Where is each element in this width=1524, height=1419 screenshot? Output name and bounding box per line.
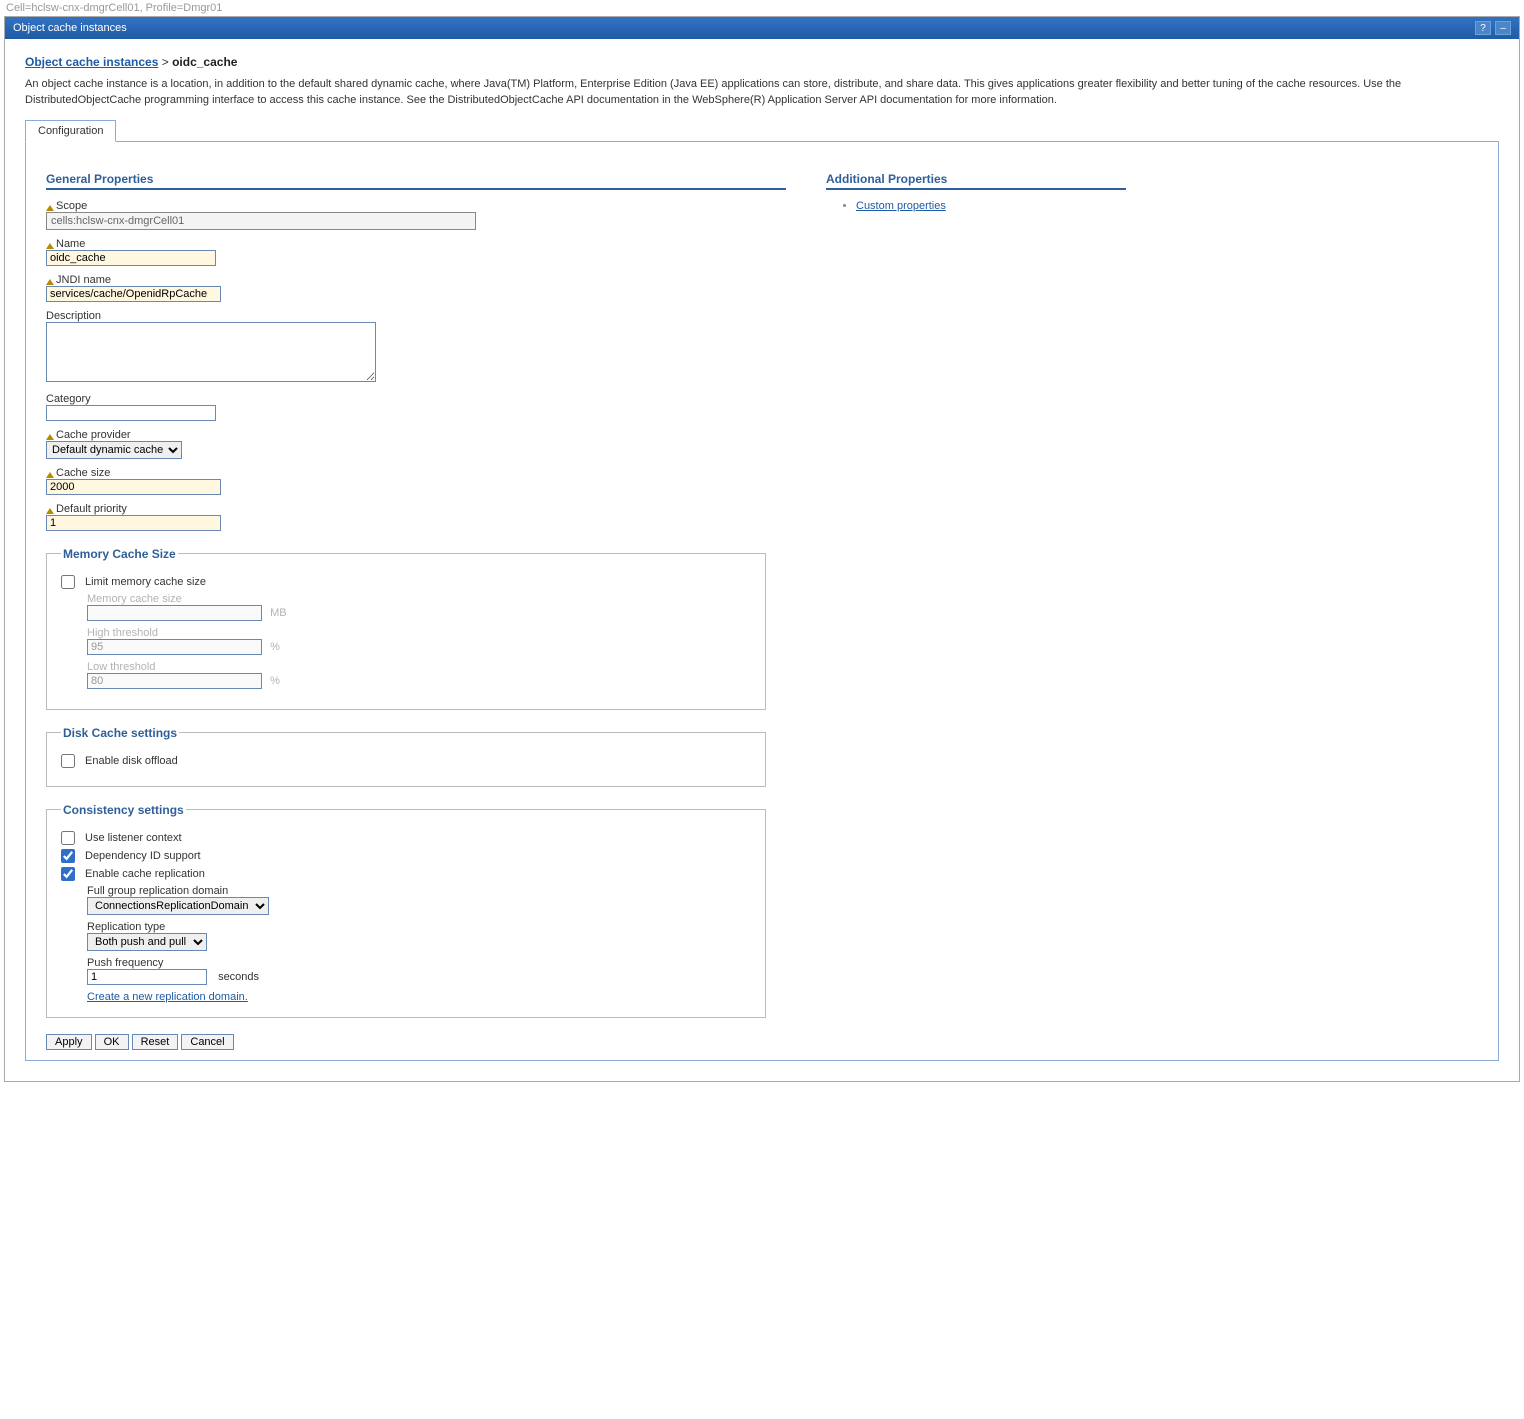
general-properties-header: General Properties <box>46 172 786 190</box>
name-input[interactable] <box>46 250 216 266</box>
jndi-input[interactable] <box>46 286 221 302</box>
scope-label: Scope <box>46 200 786 212</box>
enable-disk-offload-label: Enable disk offload <box>85 755 178 767</box>
jndi-field: JNDI name <box>46 274 786 302</box>
help-icon[interactable]: ? <box>1475 21 1491 35</box>
breadcrumb-separator: > <box>162 55 172 69</box>
description-field: Description <box>46 310 786 385</box>
cache-size-label: Cache size <box>46 467 786 479</box>
consistency-group: Consistency settings Use listener contex… <box>46 803 766 1018</box>
limit-memory-label: Limit memory cache size <box>85 576 206 588</box>
push-frequency-label: Push frequency <box>87 957 751 969</box>
category-label: Category <box>46 393 786 405</box>
tab-configuration[interactable]: Configuration <box>25 120 116 142</box>
additional-properties-list: Custom properties <box>856 200 1126 212</box>
cache-provider-select[interactable]: Default dynamic cache <box>46 441 182 459</box>
replication-type-label: Replication type <box>87 921 751 933</box>
page-description: An object cache instance is a location, … <box>25 77 1499 109</box>
default-priority-label: Default priority <box>46 503 786 515</box>
cache-size-input[interactable] <box>46 479 221 495</box>
high-threshold-unit: % <box>270 641 280 653</box>
required-marker-icon <box>46 431 54 439</box>
create-replication-domain-link[interactable]: Create a new replication domain. <box>87 991 248 1003</box>
required-marker-icon <box>46 202 54 210</box>
enable-disk-offload-checkbox[interactable] <box>61 754 75 768</box>
content-area: Object cache instances > oidc_cache An o… <box>5 39 1519 1081</box>
cache-provider-label: Cache provider <box>46 429 786 441</box>
high-threshold-label: High threshold <box>87 627 751 639</box>
memory-cache-group: Memory Cache Size Limit memory cache siz… <box>46 547 766 710</box>
memory-cache-header: Memory Cache Size <box>61 547 178 561</box>
listener-context-checkbox[interactable] <box>61 831 75 845</box>
apply-button[interactable]: Apply <box>46 1034 92 1050</box>
main-column: General Properties Scope cells:hclsw-cnx… <box>46 172 786 1050</box>
name-label: Name <box>46 238 786 250</box>
disk-cache-group: Disk Cache settings Enable disk offload <box>46 726 766 787</box>
memory-size-label: Memory cache size <box>87 593 751 605</box>
scope-value: cells:hclsw-cnx-dmgrCell01 <box>46 212 476 230</box>
minimize-icon[interactable]: – <box>1495 21 1511 35</box>
ok-button[interactable]: OK <box>95 1034 129 1050</box>
custom-properties-link[interactable]: Custom properties <box>856 200 946 212</box>
dependency-id-checkbox[interactable] <box>61 849 75 863</box>
scope-field: Scope cells:hclsw-cnx-dmgrCell01 <box>46 200 786 230</box>
description-label: Description <box>46 310 786 322</box>
consistency-header: Consistency settings <box>61 803 186 817</box>
side-column: Additional Properties Custom properties <box>826 172 1126 1050</box>
push-frequency-unit: seconds <box>218 971 259 983</box>
push-frequency-input[interactable] <box>87 969 207 985</box>
title-bar: Object cache instances ? – <box>5 17 1519 39</box>
reset-button[interactable]: Reset <box>132 1034 179 1050</box>
cancel-button[interactable]: Cancel <box>181 1034 233 1050</box>
replication-type-select[interactable]: Both push and pull <box>87 933 207 951</box>
dependency-id-label: Dependency ID support <box>85 850 201 862</box>
low-threshold-input <box>87 673 262 689</box>
cache-provider-field: Cache provider Default dynamic cache <box>46 429 786 459</box>
default-priority-input[interactable] <box>46 515 221 531</box>
limit-memory-checkbox[interactable] <box>61 575 75 589</box>
required-marker-icon <box>46 505 54 513</box>
breadcrumb: Object cache instances > oidc_cache <box>25 55 1499 69</box>
replication-domain-label: Full group replication domain <box>87 885 751 897</box>
top-crumb: Cell=hclsw-cnx-dmgrCell01, Profile=Dmgr0… <box>0 0 1524 16</box>
required-marker-icon <box>46 240 54 248</box>
name-field: Name <box>46 238 786 266</box>
low-threshold-label: Low threshold <box>87 661 751 673</box>
high-threshold-input <box>87 639 262 655</box>
button-row: Apply OK Reset Cancel <box>46 1034 786 1050</box>
panel-frame: Object cache instances ? – Object cache … <box>4 16 1520 1082</box>
description-textarea[interactable] <box>46 322 376 382</box>
cache-size-field: Cache size <box>46 467 786 495</box>
custom-properties-item: Custom properties <box>856 200 1126 212</box>
replication-domain-select[interactable]: ConnectionsReplicationDomain <box>87 897 269 915</box>
memory-size-input <box>87 605 262 621</box>
enable-replication-label: Enable cache replication <box>85 868 205 880</box>
listener-context-label: Use listener context <box>85 832 182 844</box>
low-threshold-unit: % <box>270 675 280 687</box>
default-priority-field: Default priority <box>46 503 786 531</box>
enable-replication-checkbox[interactable] <box>61 867 75 881</box>
required-marker-icon <box>46 469 54 477</box>
jndi-label: JNDI name <box>46 274 786 286</box>
memory-size-unit: MB <box>270 607 287 619</box>
breadcrumb-parent-link[interactable]: Object cache instances <box>25 55 158 69</box>
disk-cache-header: Disk Cache settings <box>61 726 179 740</box>
required-marker-icon <box>46 276 54 284</box>
tabs: Configuration <box>25 119 1499 142</box>
form-body: General Properties Scope cells:hclsw-cnx… <box>25 142 1499 1061</box>
breadcrumb-current: oidc_cache <box>172 55 237 69</box>
category-field: Category <box>46 393 786 421</box>
title-bar-text: Object cache instances <box>13 22 1471 34</box>
additional-properties-header: Additional Properties <box>826 172 1126 190</box>
category-input[interactable] <box>46 405 216 421</box>
